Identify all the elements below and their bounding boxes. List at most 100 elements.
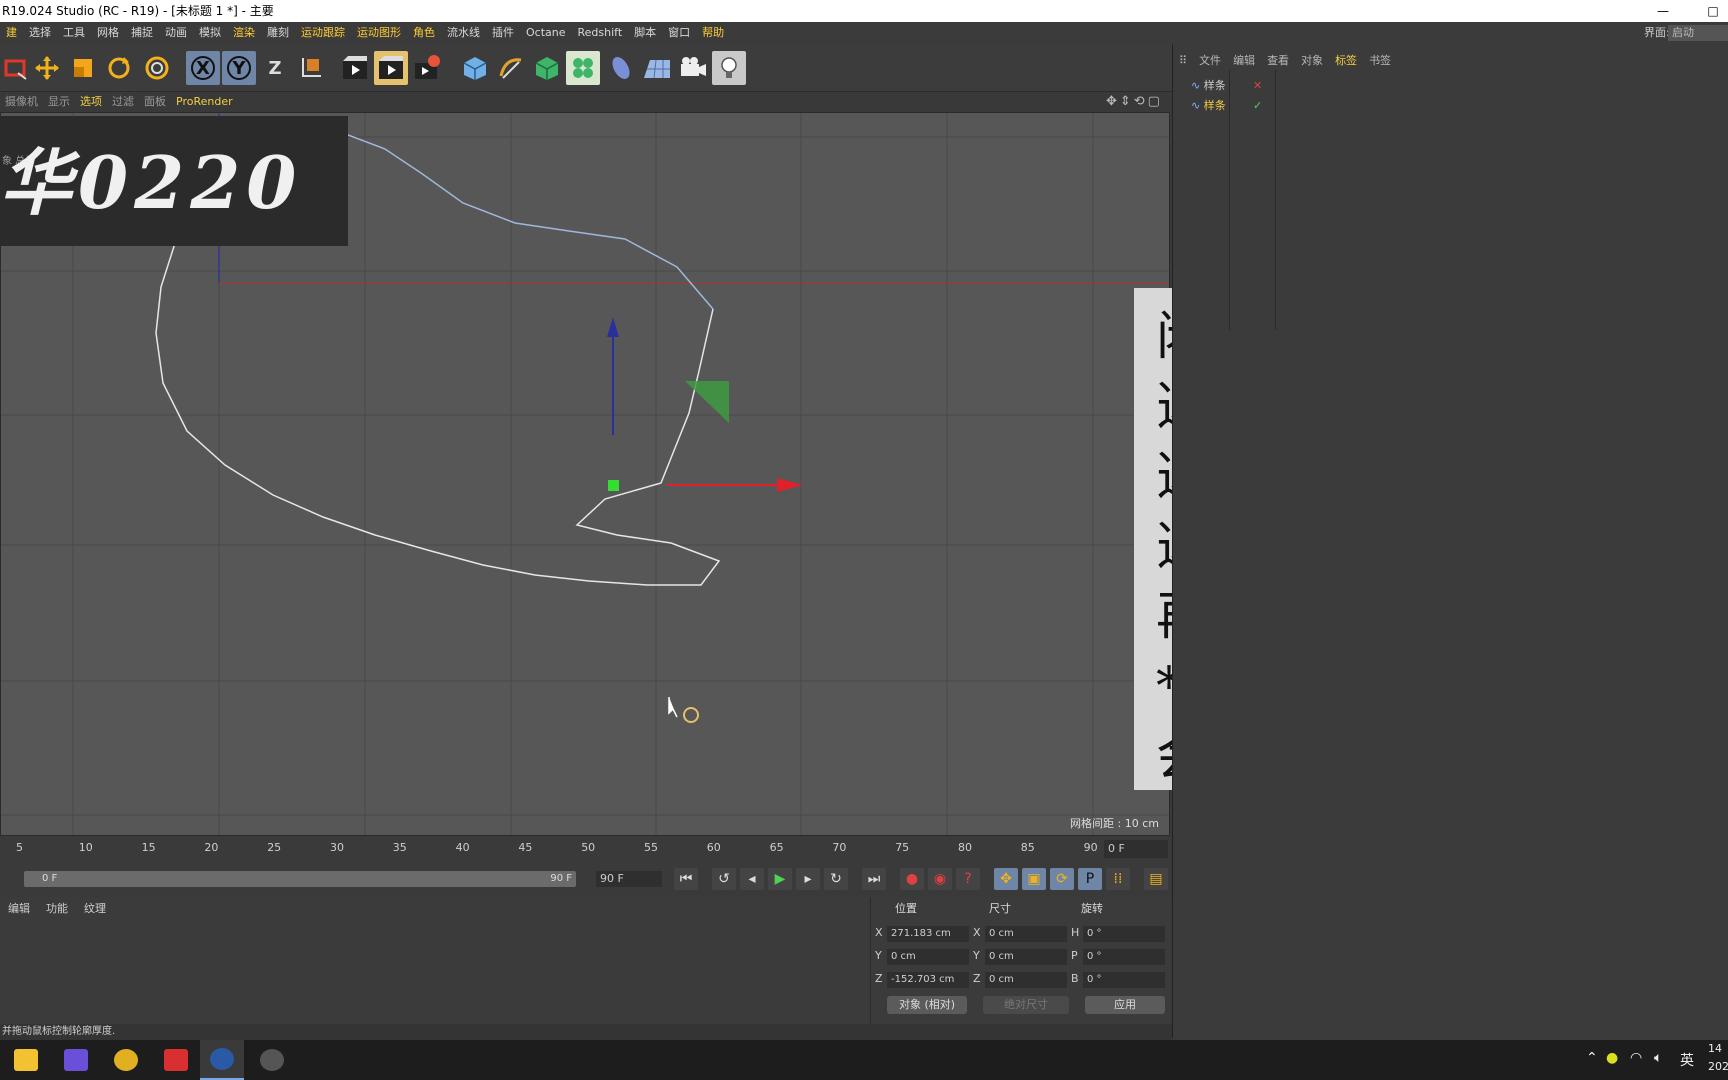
select-icon[interactable] bbox=[0, 51, 34, 85]
frame-range-slider[interactable]: 0 F 90 F bbox=[24, 871, 576, 887]
key-pla-icon[interactable]: ⁞⁞ bbox=[1106, 868, 1130, 890]
tray-app-icon[interactable]: ● bbox=[1606, 1050, 1618, 1066]
cinema4d-taskbar-icon[interactable] bbox=[200, 1040, 244, 1080]
viewport-menu-item[interactable]: 显示 bbox=[43, 92, 75, 112]
key-param-icon[interactable]: P bbox=[1078, 868, 1102, 890]
next-key-icon[interactable]: ↻ bbox=[824, 868, 848, 890]
key-rotation-icon[interactable]: ⟳ bbox=[1050, 868, 1074, 890]
wifi-icon[interactable]: ◠ bbox=[1630, 1050, 1642, 1066]
object-manager-menu-item[interactable]: 标签 bbox=[1329, 52, 1363, 70]
move-icon[interactable] bbox=[30, 51, 64, 85]
interface-dropdown[interactable]: 启动 bbox=[1668, 25, 1728, 41]
scale-icon[interactable] bbox=[66, 51, 100, 85]
auto-key-icon[interactable]: ◉ bbox=[928, 868, 952, 890]
size-field[interactable]: 0 cm bbox=[985, 949, 1067, 965]
object-name[interactable]: 样条 bbox=[1204, 99, 1226, 112]
material-menu-item[interactable]: 编辑 bbox=[0, 898, 38, 920]
menu-item[interactable]: 渲染 bbox=[227, 22, 261, 44]
rotation-field[interactable]: 0 ° bbox=[1083, 949, 1165, 965]
axis-x-icon[interactable]: X bbox=[186, 51, 220, 85]
maximize-button[interactable]: □ bbox=[1690, 0, 1728, 22]
size-field[interactable]: 0 cm bbox=[985, 926, 1067, 942]
keyframe-selection-icon[interactable]: ? bbox=[956, 868, 980, 890]
object-manager-menu-item[interactable]: 编辑 bbox=[1227, 52, 1261, 70]
record-icon[interactable]: ● bbox=[900, 868, 924, 890]
obs-icon[interactable] bbox=[250, 1040, 294, 1080]
gizmo-x-arrow-icon[interactable] bbox=[777, 478, 803, 492]
current-frame-field[interactable]: 0 F bbox=[1104, 840, 1168, 858]
volume-icon[interactable]: 🔈︎ bbox=[1654, 1050, 1662, 1066]
pen-icon[interactable] bbox=[494, 51, 528, 85]
axis-z-icon[interactable]: Z bbox=[258, 51, 292, 85]
deformer-icon[interactable] bbox=[604, 51, 638, 85]
object-visibility-status[interactable]: ✕ bbox=[1253, 78, 1262, 94]
size-field[interactable]: 0 cm bbox=[985, 972, 1067, 988]
go-to-end-icon[interactable]: ⏭ bbox=[862, 868, 886, 890]
rotation-field[interactable]: 0 ° bbox=[1083, 926, 1165, 942]
object-name[interactable]: 样条 bbox=[1204, 79, 1226, 92]
viewport-menu-item[interactable]: ProRender bbox=[171, 92, 238, 112]
viewport-menu-item[interactable]: 选项 bbox=[75, 92, 107, 112]
light-icon[interactable] bbox=[712, 51, 746, 85]
ime-indicator[interactable]: 英 bbox=[1680, 1050, 1694, 1070]
clock-date[interactable]: 202 bbox=[1708, 1060, 1728, 1073]
viewport-nav-icon[interactable]: ✥⇕⟲▢ bbox=[1106, 94, 1163, 109]
axis-y-icon[interactable]: Y bbox=[222, 51, 256, 85]
subdivision-icon[interactable] bbox=[530, 51, 564, 85]
play-icon[interactable]: ▶ bbox=[768, 868, 792, 890]
panel-grip-icon[interactable]: ⠿ bbox=[1173, 52, 1193, 70]
viewport-menu-item[interactable]: 面板 bbox=[139, 92, 171, 112]
camera-icon[interactable] bbox=[676, 51, 710, 85]
timeline-ruler[interactable]: 5 10 15 20 25 30 35 40 45 50 55 60 65 70 75 80 85 90 0 F bbox=[0, 836, 1170, 862]
rotation-field[interactable]: 0 ° bbox=[1083, 972, 1165, 988]
menu-item[interactable]: 流水线 bbox=[441, 22, 486, 44]
selected-point[interactable] bbox=[608, 480, 619, 491]
rotate-icon[interactable] bbox=[102, 51, 136, 85]
menu-item[interactable]: 脚本 bbox=[628, 22, 662, 44]
size-mode-dropdown[interactable]: 绝对尺寸 bbox=[983, 996, 1069, 1014]
menu-item[interactable]: 运动跟踪 bbox=[295, 22, 351, 44]
menu-item[interactable]: 角色 bbox=[407, 22, 441, 44]
viewport-menu-item[interactable]: 摄像机 bbox=[0, 92, 43, 112]
object-manager-menu-item[interactable]: 文件 bbox=[1193, 52, 1227, 70]
prev-key-icon[interactable]: ↺ bbox=[712, 868, 736, 890]
menu-item[interactable]: 插件 bbox=[486, 22, 520, 44]
chrome-icon[interactable] bbox=[104, 1040, 148, 1080]
photos-app-icon[interactable] bbox=[54, 1040, 98, 1080]
clock-time[interactable]: 14 bbox=[1708, 1042, 1722, 1055]
menu-item[interactable]: Redshift bbox=[572, 22, 629, 44]
live-select-icon[interactable] bbox=[140, 51, 174, 85]
cube-icon[interactable] bbox=[458, 51, 492, 85]
file-explorer-icon[interactable] bbox=[4, 1040, 48, 1080]
key-scale-icon[interactable]: ▣ bbox=[1022, 868, 1046, 890]
go-to-start-icon[interactable]: ⏮ bbox=[674, 868, 698, 890]
max-frame-field[interactable]: 90 F bbox=[596, 871, 662, 887]
object-manager-menu-item[interactable]: 对象 bbox=[1295, 52, 1329, 70]
coordinate-mode-dropdown[interactable]: 对象 (相对) bbox=[887, 996, 967, 1014]
menu-item[interactable]: 动画 bbox=[159, 22, 193, 44]
viewport-menu-item[interactable]: 过滤 bbox=[107, 92, 139, 112]
prev-frame-icon[interactable]: ◂ bbox=[740, 868, 764, 890]
render-settings-icon[interactable] bbox=[410, 51, 444, 85]
object-visibility-status[interactable]: ✓ bbox=[1253, 98, 1262, 114]
gizmo-y-arrow-icon[interactable] bbox=[607, 317, 619, 337]
render-view-icon[interactable] bbox=[338, 51, 372, 85]
menu-item[interactable]: 网格 bbox=[91, 22, 125, 44]
menu-item[interactable]: 建 bbox=[0, 22, 23, 44]
render-picture-viewer-icon[interactable] bbox=[374, 51, 408, 85]
key-position-icon[interactable]: ✥ bbox=[994, 868, 1018, 890]
tray-chevron-icon[interactable]: ⌃ bbox=[1586, 1050, 1598, 1066]
object-row[interactable]: ∿ 样条 ✕ bbox=[1191, 78, 1262, 94]
timeline-window-icon[interactable]: ▤ bbox=[1144, 868, 1168, 890]
apply-button[interactable]: 应用 bbox=[1085, 996, 1165, 1014]
object-manager-menu-item[interactable]: 书签 bbox=[1363, 52, 1397, 70]
cloner-icon[interactable] bbox=[566, 51, 600, 85]
xmind-icon[interactable] bbox=[154, 1040, 198, 1080]
material-menu-item[interactable]: 纹理 bbox=[76, 898, 114, 920]
menu-item[interactable]: 窗口 bbox=[662, 22, 696, 44]
position-field[interactable]: 271.183 cm bbox=[887, 926, 969, 942]
menu-item[interactable]: Octane bbox=[520, 22, 572, 44]
menu-item[interactable]: 运动图形 bbox=[351, 22, 407, 44]
menu-item[interactable]: 选择 bbox=[23, 22, 57, 44]
menu-item[interactable]: 帮助 bbox=[696, 22, 730, 44]
